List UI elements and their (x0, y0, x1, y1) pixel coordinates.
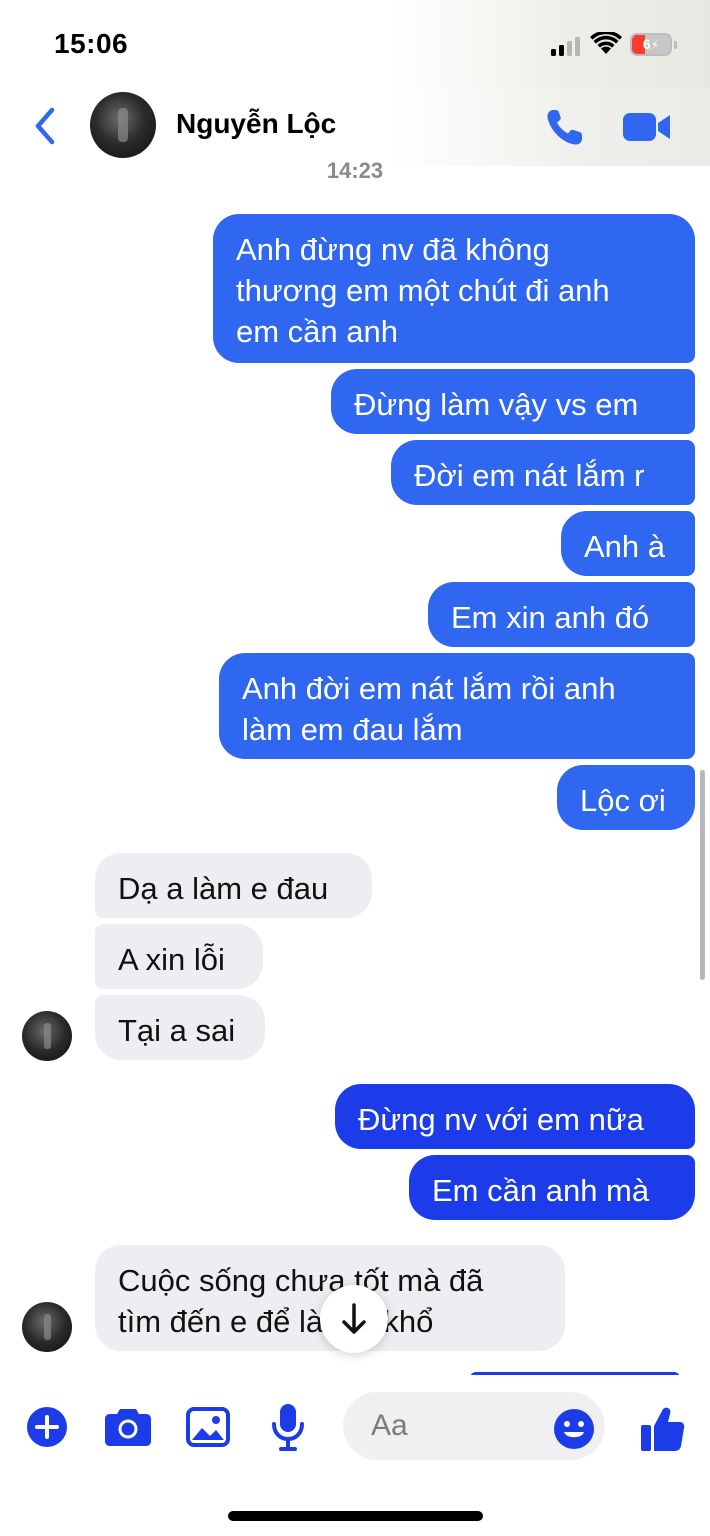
message-bubble-outgoing[interactable]: Đừng nv với em nữa (335, 1084, 695, 1149)
message-bubble-outgoing[interactable]: Lộc ơi (557, 765, 695, 830)
smiley-icon[interactable] (553, 1408, 595, 1450)
message-bubble-incoming[interactable]: Dạ a làm e đau (95, 853, 372, 918)
chat-header: Nguyễn Lộc (0, 88, 710, 166)
message-bubble-incoming[interactable]: Tại a sai (95, 995, 265, 1060)
message-bubble-outgoing[interactable]: Em xin anh đó (428, 582, 695, 647)
message-input-placeholder: Aa (371, 1409, 408, 1442)
phone-icon[interactable] (544, 106, 588, 148)
camera-icon[interactable] (104, 1407, 152, 1447)
battery-charging-icon: 6⚡ (630, 33, 672, 56)
timestamp: 14:23 (326, 158, 384, 183)
home-indicator[interactable] (228, 1511, 483, 1521)
message-bubble-outgoing[interactable]: Đời em nát lắm r (391, 440, 695, 505)
avatar[interactable] (22, 1011, 72, 1061)
cellular-signal-icon (551, 36, 581, 56)
photo-icon[interactable] (186, 1407, 230, 1447)
message-bubble-incoming[interactable]: A xin lỗi (95, 924, 263, 989)
thumbs-up-icon[interactable] (640, 1405, 686, 1453)
avatar[interactable] (22, 1302, 72, 1352)
video-camera-icon[interactable] (622, 110, 672, 144)
microphone-icon[interactable] (271, 1402, 305, 1452)
scroll-to-bottom-button[interactable] (320, 1285, 388, 1353)
avatar[interactable] (90, 92, 156, 158)
battery-level: 6 (642, 36, 651, 52)
message-bubble-outgoing[interactable]: Anh à (561, 511, 695, 576)
message-bubble-outgoing[interactable]: Anh đời em nát lắm rồi anh làm em đau lắ… (219, 653, 695, 759)
plus-circle-icon[interactable] (26, 1406, 68, 1448)
arrow-down-icon (342, 1303, 366, 1334)
message-bubble-outgoing[interactable]: Đừng làm vậy vs em (331, 369, 695, 434)
status-time: 15:06 (54, 28, 129, 59)
scrollbar[interactable] (700, 770, 705, 980)
message-bubble-outgoing[interactable]: Em cần anh mà (409, 1155, 695, 1220)
chevron-left-icon[interactable] (30, 106, 62, 146)
contact-name[interactable]: Nguyễn Lộc (176, 108, 336, 140)
wifi-icon (590, 32, 622, 54)
status-bar: 15:06 6⚡ (0, 0, 710, 88)
message-bubble-outgoing[interactable]: Anh đừng nv đã không thương em một chút … (213, 214, 695, 363)
